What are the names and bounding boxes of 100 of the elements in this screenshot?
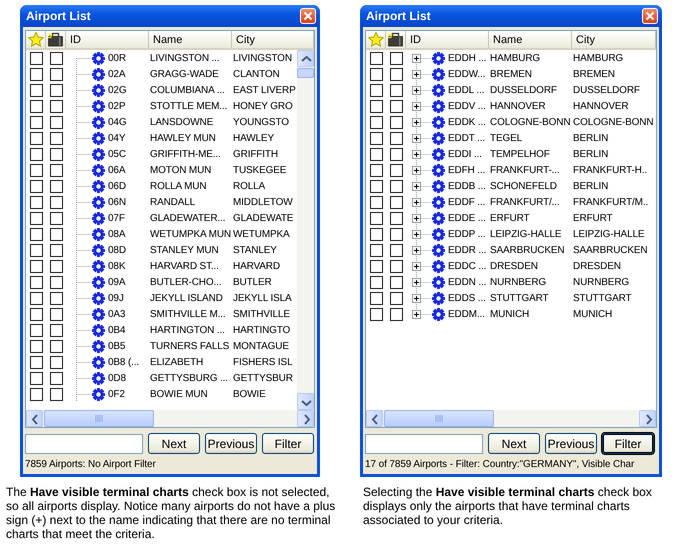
favorite-checkbox[interactable] xyxy=(370,196,382,208)
charts-checkbox[interactable] xyxy=(390,84,402,96)
charts-checkbox[interactable] xyxy=(390,52,402,64)
charts-checkbox[interactable] xyxy=(50,164,62,176)
star-icon[interactable] xyxy=(28,32,44,47)
favorite-checkbox[interactable] xyxy=(30,132,42,144)
favorite-checkbox[interactable] xyxy=(370,132,382,144)
charts-checkbox[interactable] xyxy=(50,324,62,336)
favorite-checkbox[interactable] xyxy=(370,116,382,128)
favorite-checkbox[interactable] xyxy=(30,308,42,320)
charts-checkbox[interactable] xyxy=(50,244,62,256)
favorite-checkbox[interactable] xyxy=(30,276,42,288)
scroll-left-button[interactable] xyxy=(26,410,43,427)
charts-checkbox[interactable] xyxy=(50,148,62,160)
charts-checkbox[interactable] xyxy=(50,260,62,272)
favorite-checkbox[interactable] xyxy=(30,388,42,400)
favorite-checkbox[interactable] xyxy=(30,100,42,112)
expand-button[interactable] xyxy=(412,230,421,239)
charts-checkbox[interactable] xyxy=(50,132,62,144)
charts-checkbox[interactable] xyxy=(390,276,402,288)
favorite-checkbox[interactable] xyxy=(370,244,382,256)
charts-checkbox[interactable] xyxy=(390,100,402,112)
charts-checkbox[interactable] xyxy=(50,388,62,400)
expand-button[interactable] xyxy=(412,86,421,95)
scroll-left-button[interactable] xyxy=(366,410,383,427)
suitcase-icon[interactable] xyxy=(387,32,404,47)
favorite-checkbox[interactable] xyxy=(30,340,42,352)
charts-checkbox[interactable] xyxy=(50,308,62,320)
favorite-checkbox[interactable] xyxy=(30,116,42,128)
favorite-checkbox[interactable] xyxy=(370,164,382,176)
charts-checkbox[interactable] xyxy=(50,356,62,368)
favorite-checkbox[interactable] xyxy=(30,324,42,336)
favorite-checkbox[interactable] xyxy=(370,100,382,112)
charts-checkbox[interactable] xyxy=(50,196,62,208)
charts-checkbox[interactable] xyxy=(390,164,402,176)
close-button[interactable] xyxy=(642,8,658,24)
expand-button[interactable] xyxy=(412,198,421,207)
expand-button[interactable] xyxy=(412,54,421,63)
filter-button[interactable]: Filter xyxy=(602,433,654,454)
favorite-checkbox[interactable] xyxy=(370,148,382,160)
suitcase-icon[interactable] xyxy=(47,32,64,47)
charts-checkbox[interactable] xyxy=(390,244,402,256)
expand-button[interactable] xyxy=(412,278,421,287)
scroll-right-button[interactable] xyxy=(639,410,656,427)
charts-checkbox[interactable] xyxy=(390,308,402,320)
expand-button[interactable] xyxy=(412,182,421,191)
charts-checkbox[interactable] xyxy=(390,260,402,272)
charts-checkbox[interactable] xyxy=(50,84,62,96)
charts-checkbox[interactable] xyxy=(390,180,402,192)
charts-checkbox[interactable] xyxy=(390,148,402,160)
favorite-checkbox[interactable] xyxy=(30,148,42,160)
scroll-thumb[interactable] xyxy=(44,410,154,427)
charts-checkbox[interactable] xyxy=(50,180,62,192)
favorite-checkbox[interactable] xyxy=(370,212,382,224)
favorite-checkbox[interactable] xyxy=(30,244,42,256)
charts-checkbox[interactable] xyxy=(50,68,62,80)
search-field[interactable] xyxy=(25,434,143,454)
charts-checkbox[interactable] xyxy=(390,212,402,224)
expand-button[interactable] xyxy=(412,150,421,159)
column-header[interactable]: City xyxy=(572,31,656,48)
favorite-checkbox[interactable] xyxy=(30,52,42,64)
expand-button[interactable] xyxy=(412,214,421,223)
horizontal-scrollbar[interactable] xyxy=(366,410,656,427)
search-field[interactable] xyxy=(365,434,483,454)
charts-checkbox[interactable] xyxy=(50,116,62,128)
column-header[interactable]: City xyxy=(232,31,314,48)
column-header[interactable]: ID xyxy=(406,31,489,48)
charts-checkbox[interactable] xyxy=(50,212,62,224)
expand-button[interactable] xyxy=(412,166,421,175)
expand-button[interactable] xyxy=(412,134,421,143)
expand-button[interactable] xyxy=(412,70,421,79)
favorite-checkbox[interactable] xyxy=(370,276,382,288)
next-button[interactable]: Next xyxy=(488,433,540,454)
scroll-thumb[interactable] xyxy=(384,410,494,427)
expand-button[interactable] xyxy=(412,310,421,319)
column-header[interactable]: Name xyxy=(489,31,572,48)
favorite-checkbox[interactable] xyxy=(30,180,42,192)
charts-checkbox[interactable] xyxy=(390,196,402,208)
favorite-checkbox[interactable] xyxy=(370,260,382,272)
expand-button[interactable] xyxy=(412,246,421,255)
vertical-scrollbar[interactable] xyxy=(297,50,314,410)
previous-button[interactable]: Previous xyxy=(205,433,257,454)
expand-button[interactable] xyxy=(412,294,421,303)
charts-checkbox[interactable] xyxy=(390,132,402,144)
expand-button[interactable] xyxy=(412,118,421,127)
favorite-checkbox[interactable] xyxy=(30,260,42,272)
favorite-checkbox[interactable] xyxy=(30,84,42,96)
favorite-checkbox[interactable] xyxy=(30,68,42,80)
charts-checkbox[interactable] xyxy=(390,292,402,304)
scroll-right-button[interactable] xyxy=(297,410,314,427)
favorite-checkbox[interactable] xyxy=(30,372,42,384)
favorite-checkbox[interactable] xyxy=(370,292,382,304)
next-button[interactable]: Next xyxy=(148,433,200,454)
charts-checkbox[interactable] xyxy=(50,228,62,240)
scroll-up-button[interactable] xyxy=(297,50,314,67)
favorite-checkbox[interactable] xyxy=(370,228,382,240)
favorite-checkbox[interactable] xyxy=(30,164,42,176)
expand-button[interactable] xyxy=(412,102,421,111)
favorite-checkbox[interactable] xyxy=(370,68,382,80)
charts-checkbox[interactable] xyxy=(390,116,402,128)
